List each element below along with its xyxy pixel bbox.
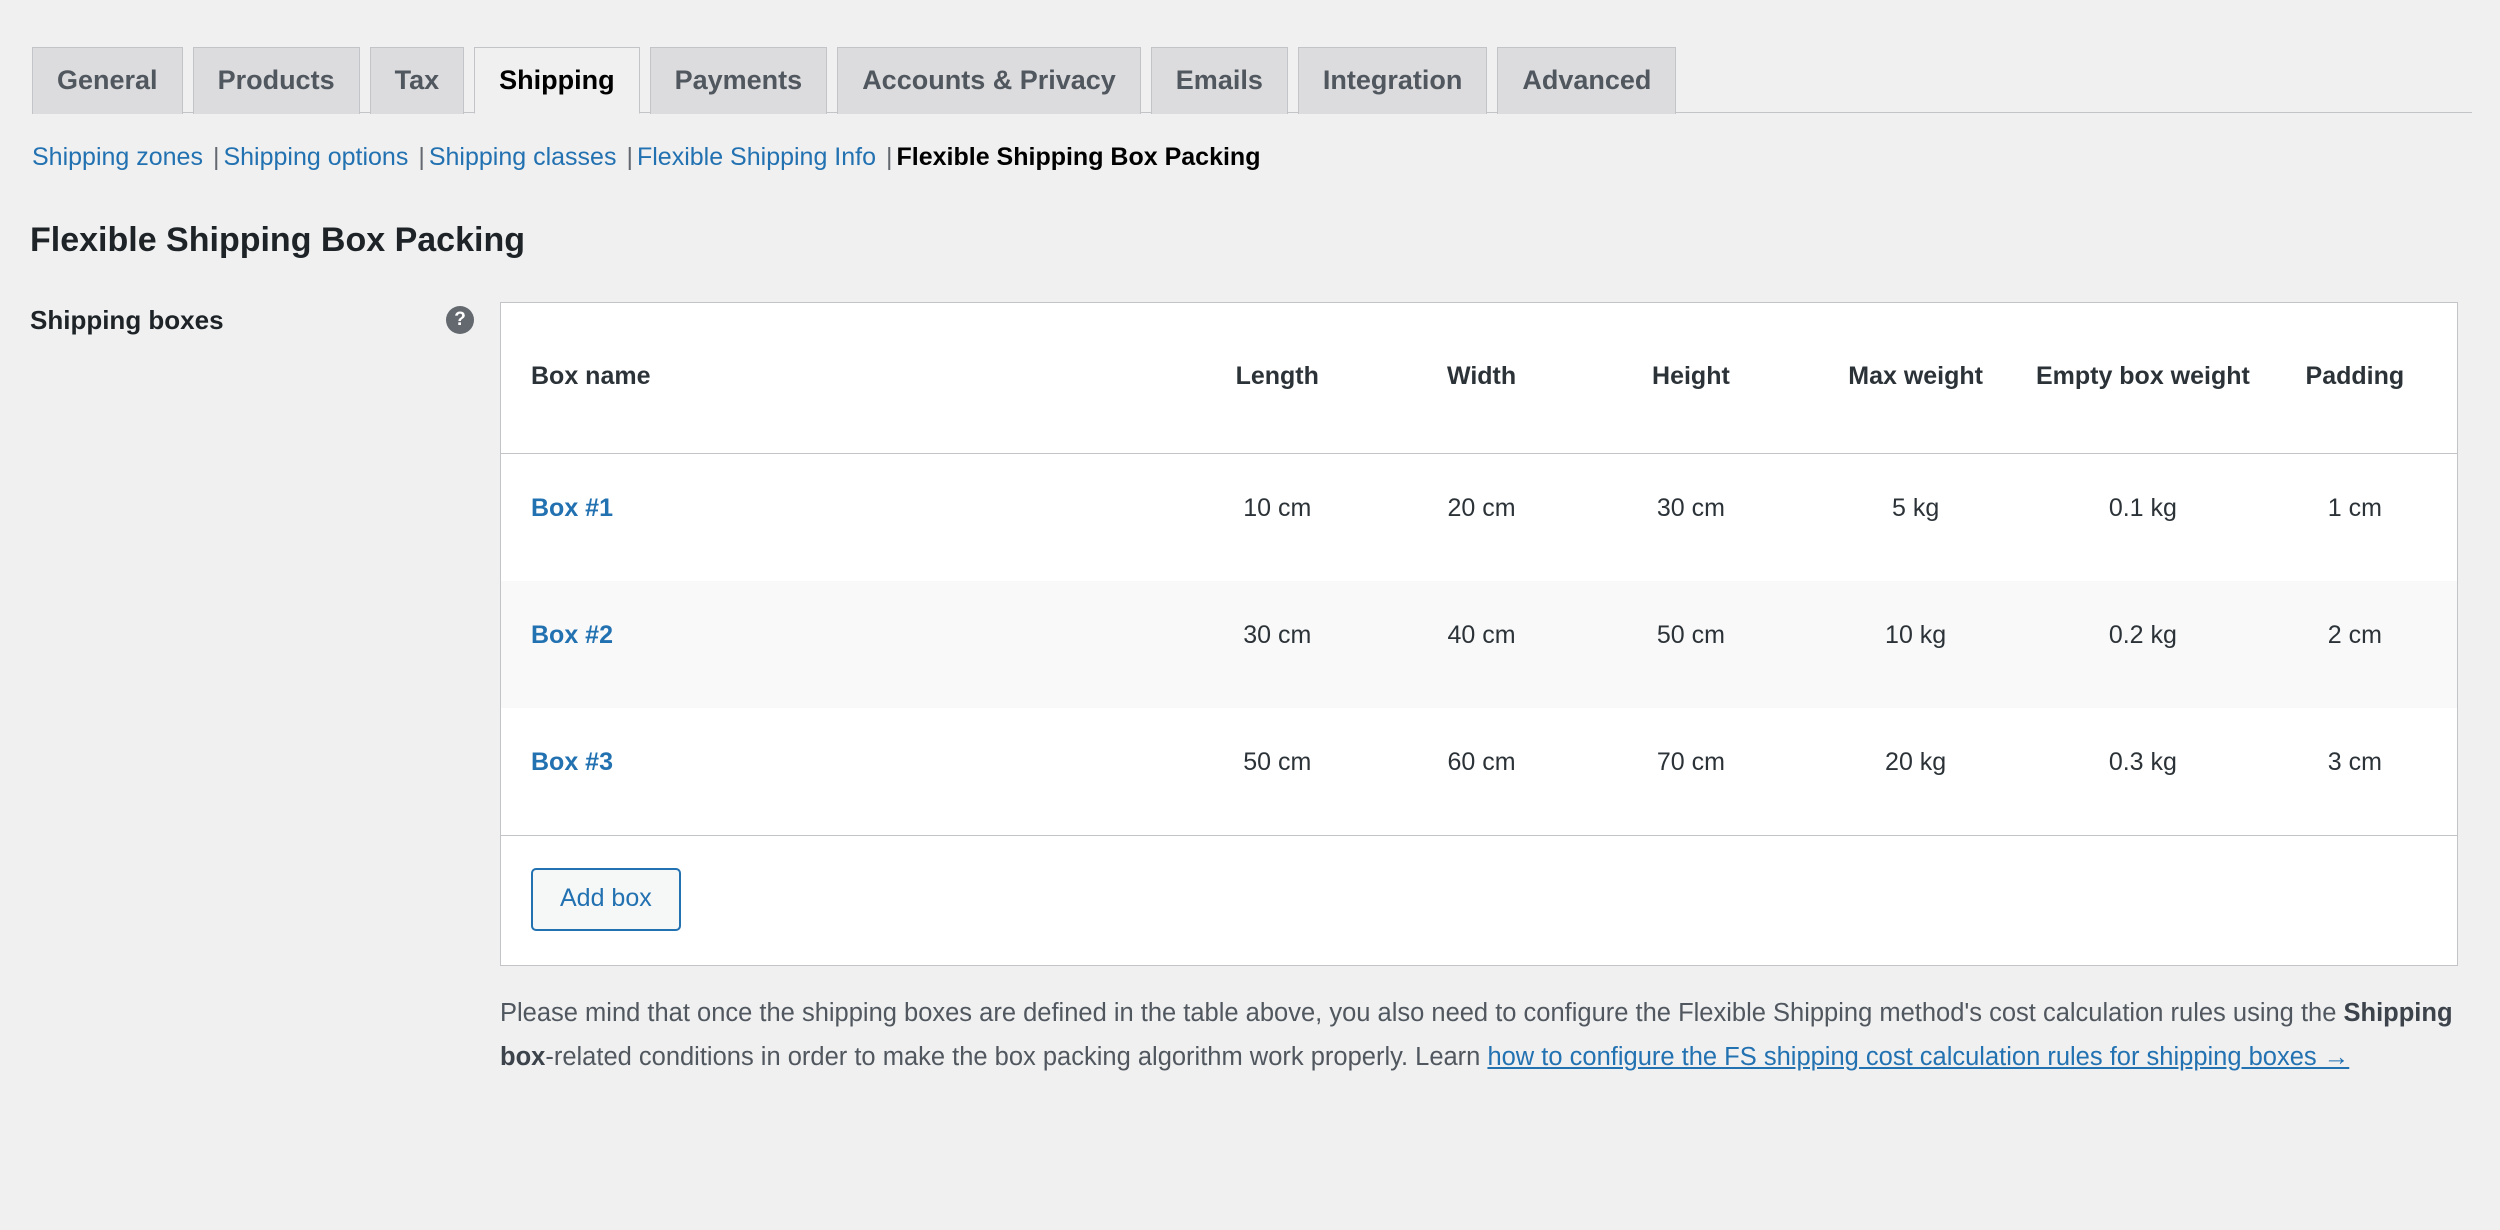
- description-part-two: -related conditions in order to make the…: [545, 1043, 1488, 1072]
- cell-length: 50 cm: [1243, 748, 1312, 777]
- table-footer: Add box: [501, 835, 2457, 966]
- cell-height: 70 cm: [1656, 748, 1725, 777]
- table-row: Box #1 10 cm 20 cm 30 cm 5 kg 0.1 kg 1 c…: [501, 454, 2457, 582]
- column-header-length: Length: [1175, 302, 1380, 455]
- subnav-separator: |: [418, 143, 425, 171]
- add-box-button[interactable]: Add box: [531, 868, 681, 932]
- tab-tax[interactable]: Tax: [369, 47, 465, 114]
- shipping-boxes-panel: Box name Length Width Height Max weight …: [500, 301, 2458, 967]
- column-header-box-name: Box name: [501, 302, 1176, 455]
- cell-width: 60 cm: [1447, 748, 1516, 777]
- cell-max-weight: 5 kg: [1892, 494, 1940, 523]
- description-part-one: Please mind that once the shipping boxes…: [500, 999, 2344, 1028]
- shipping-boxes-description: Please mind that once the shipping boxes…: [500, 992, 2458, 1080]
- subnav-shipping-zones[interactable]: Shipping zones: [32, 143, 203, 171]
- cell-box-name: Box #3: [501, 708, 1175, 835]
- cell-box-name: Box #1: [501, 454, 1175, 582]
- subnav-flexible-shipping-box-packing: Flexible Shipping Box Packing: [896, 143, 1261, 171]
- cell-padding: 3 cm: [2327, 748, 2382, 777]
- tab-products[interactable]: Products: [192, 47, 360, 114]
- table-row: Box #3 50 cm 60 cm 70 cm 20 kg 0.3 kg 3 …: [501, 708, 2457, 835]
- cell-max-weight: 20 kg: [1885, 748, 1947, 777]
- page-title: Flexible Shipping Box Packing: [30, 220, 525, 259]
- cell-length: 10 cm: [1243, 494, 1312, 523]
- cell-padding: 1 cm: [2327, 494, 2382, 523]
- cell-empty-box-weight: 0.2 kg: [2033, 581, 2253, 709]
- subnav-shipping-options[interactable]: Shipping options: [223, 143, 408, 171]
- subnav-separator: |: [212, 143, 220, 171]
- column-header-max-weight: Max weight: [1798, 302, 2034, 455]
- cell-empty-box-weight: 0.3 kg: [2108, 748, 2177, 777]
- shipping-subnav: Shipping zones | Shipping options | Shipping…: [32, 141, 2500, 175]
- shipping-boxes-label: Shipping boxes: [30, 304, 224, 335]
- tab-shipping[interactable]: Shipping: [474, 47, 640, 114]
- tab-payments[interactable]: Payments: [649, 47, 828, 114]
- tab-integration[interactable]: Integration: [1297, 47, 1488, 114]
- box-name-link[interactable]: Box #1: [531, 494, 613, 522]
- table-head: Box name Length Width Height Max weight …: [501, 302, 2457, 455]
- cell-width: 40 cm: [1379, 581, 1584, 709]
- cell-max-weight: 10 kg: [1798, 581, 2034, 709]
- column-header-padding: Padding: [2252, 302, 2457, 455]
- box-name-link[interactable]: Box #2: [531, 621, 613, 649]
- tab-emails[interactable]: Emails: [1150, 47, 1288, 114]
- table-header-row: Box name Length Width Height Max weight …: [501, 302, 2457, 455]
- shipping-boxes-field-cell: Box name Length Width Height Max weight …: [500, 301, 2500, 1080]
- subnav-flexible-shipping-info[interactable]: Flexible Shipping Info: [637, 143, 876, 171]
- cell-padding: 2 cm: [2252, 581, 2457, 709]
- cell-empty-box-weight: 0.1 kg: [2108, 494, 2177, 523]
- column-header-empty-box-weight: Empty box weight: [2033, 302, 2253, 455]
- cell-height: 50 cm: [1583, 581, 1799, 709]
- cell-height: 30 cm: [1656, 494, 1725, 523]
- subnav-separator: |: [626, 143, 633, 171]
- tab-advanced[interactable]: Advanced: [1497, 47, 1677, 114]
- cell-width: 20 cm: [1447, 494, 1516, 523]
- question-mark-icon[interactable]: ?: [446, 305, 474, 334]
- column-header-height: Height: [1583, 302, 1799, 455]
- cell-length: 30 cm: [1175, 581, 1380, 709]
- settings-tab-bar: General Products Tax Shipping Payments A…: [0, 0, 2500, 114]
- tab-accounts-privacy[interactable]: Accounts & Privacy: [837, 47, 1141, 114]
- column-header-width: Width: [1379, 302, 1584, 455]
- shipping-boxes-table: Box name Length Width Height Max weight …: [501, 302, 2457, 836]
- shipping-boxes-setting-row: Shipping boxes ? Box name Length Width H…: [0, 301, 2500, 1080]
- table-body: Box #1 10 cm 20 cm 30 cm 5 kg 0.1 kg 1 c…: [501, 454, 2457, 836]
- fs-cost-calculation-docs-link[interactable]: how to configure the FS shipping cost ca…: [1487, 1043, 2349, 1071]
- subnav-separator: |: [886, 143, 893, 171]
- subnav-shipping-classes[interactable]: Shipping classes: [429, 143, 617, 171]
- table-row: Box #2 30 cm 40 cm 50 cm 10 kg 0.2 kg 2 …: [501, 581, 2457, 709]
- cell-box-name: Box #2: [501, 581, 1176, 709]
- shipping-boxes-label-cell: Shipping boxes ?: [30, 302, 500, 1080]
- tab-general[interactable]: General: [32, 47, 183, 114]
- box-name-link[interactable]: Box #3: [531, 748, 613, 776]
